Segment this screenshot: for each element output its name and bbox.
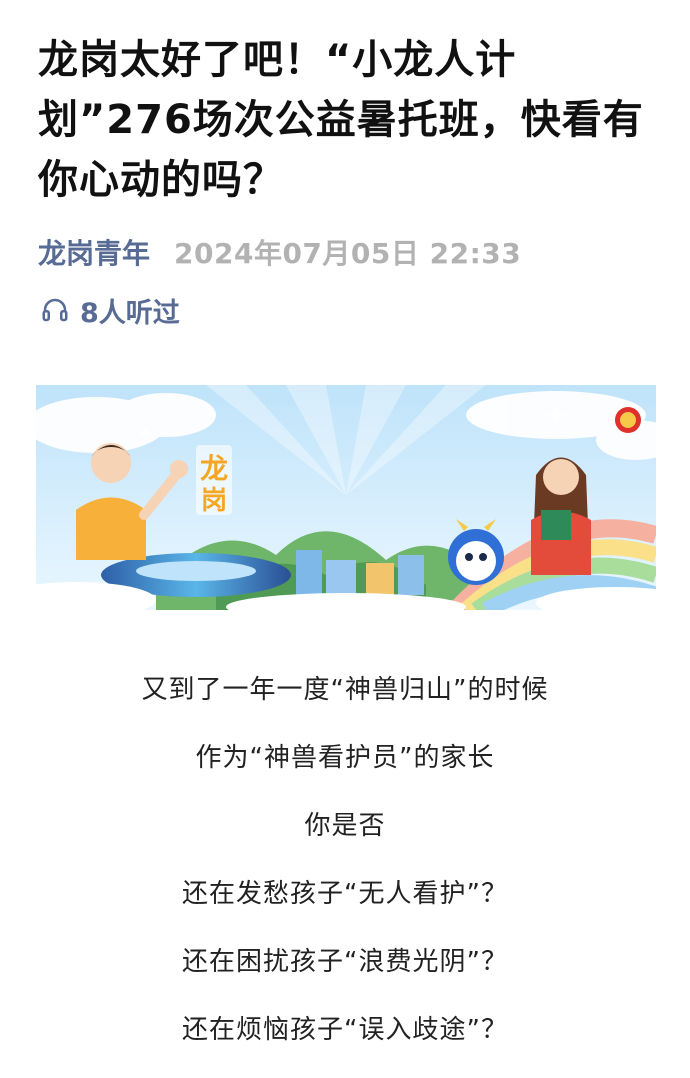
- youth-league-badge-icon: [615, 407, 641, 433]
- body-paragraph: 还在烦恼孩子“误入歧途”？: [182, 1015, 508, 1045]
- headphones-icon: [42, 298, 68, 322]
- publish-time: 2024年07月05日 22:33: [174, 237, 522, 270]
- listen-count: 8人听过: [80, 297, 180, 329]
- article-banner-image: 龙 岗: [36, 385, 656, 610]
- body-paragraph: 你是否: [304, 811, 386, 841]
- body-paragraph: 作为“神兽看护员”的家长: [195, 743, 495, 773]
- article-body: 又到了一年一度“神兽归山”的时候 作为“神兽看护员”的家长 你是否 还在发愁孩子…: [0, 660, 690, 1068]
- banner-logo-bottom: 岗: [201, 486, 227, 516]
- banner-logo-top: 龙: [200, 452, 228, 485]
- article-meta: 龙岗青年 2024年07月05日 22:33: [38, 232, 521, 272]
- body-paragraph: 又到了一年一度“神兽归山”的时候: [141, 675, 549, 705]
- account-name-link[interactable]: 龙岗青年: [38, 232, 150, 272]
- body-paragraph: 还在发愁孩子“无人看护”？: [182, 879, 508, 909]
- body-paragraph: 还在困扰孩子“浪费光阴”？: [182, 947, 508, 977]
- listen-button[interactable]: 8人听过: [40, 292, 180, 329]
- article-title: 龙岗太好了吧！“小龙人计划”276场次公益暑托班，快看有你心动的吗？: [38, 37, 644, 203]
